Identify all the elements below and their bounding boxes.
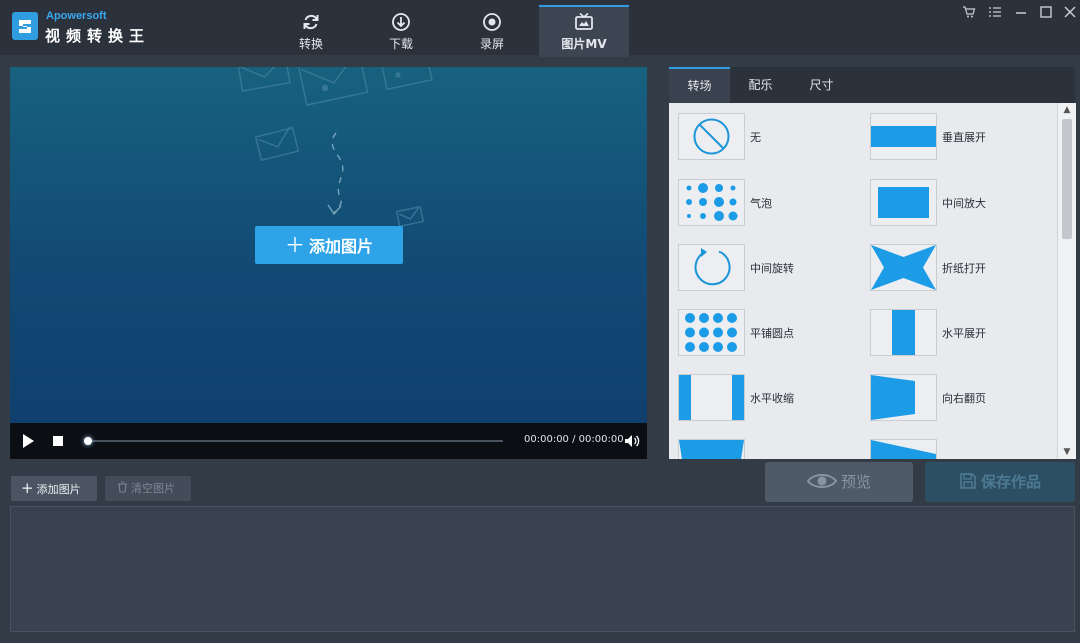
refresh-icon: [303, 14, 319, 30]
tab-record[interactable]: 录屏: [447, 7, 537, 55]
player-controls: 00:00:00 / 00:00:00: [10, 423, 647, 459]
cart-icon[interactable]: [960, 4, 978, 20]
time-readout: 00:00:00 / 00:00:00: [524, 434, 624, 445]
tv-icon: [575, 12, 593, 30]
plus-icon: ＋: [284, 233, 305, 257]
title-bar: Apowersoft 视频转换王 转换 下载 录屏 图片MV: [0, 0, 1080, 57]
envelope-decoration-icon: [238, 67, 433, 228]
transition-label: 水平展开: [942, 327, 986, 340]
tab-label: 图片MV: [561, 37, 607, 51]
image-timeline-area[interactable]: [10, 506, 1075, 632]
clear-images-button[interactable]: 清空图片: [105, 476, 191, 501]
transition-label: 中间放大: [942, 197, 986, 210]
tab-label: 转换: [298, 37, 323, 51]
stop-icon[interactable]: [53, 436, 63, 446]
center-rotate-icon: [678, 244, 745, 291]
add-image-label: 添加图片: [308, 237, 373, 256]
tab-convert[interactable]: 转换: [266, 7, 356, 55]
scroll-up-icon[interactable]: ▲: [1058, 105, 1076, 115]
tab-label: 下载: [388, 37, 413, 51]
preview-canvas[interactable]: ＋添加图片: [10, 67, 647, 423]
brand-name-cn: 视频转换王: [45, 27, 151, 45]
tab-transition[interactable]: 转场: [669, 67, 730, 103]
none-icon: [678, 113, 745, 160]
preview-button[interactable]: 预览: [765, 462, 913, 502]
add-image-button[interactable]: ＋添加图片: [255, 226, 403, 264]
bubble-icon: [678, 179, 745, 226]
minimize-icon[interactable]: [1012, 4, 1030, 20]
trash-icon: [118, 481, 127, 493]
add-image-toolbar-label: 添加图片: [36, 483, 81, 496]
record-icon: [483, 13, 501, 31]
transition-label: 中间旋转: [750, 262, 794, 275]
transition-thumbnail-icon: [870, 439, 937, 459]
transition-label: 无: [750, 131, 761, 144]
transition-list: 无 垂直展开 气泡 中间放大 中间旋转 折纸打开 平铺圆点 水平展开 水平收缩 …: [669, 103, 1057, 459]
menu-icon[interactable]: [986, 4, 1004, 20]
transition-label: 折纸打开: [942, 262, 986, 275]
transition-label: 向右翻页: [942, 392, 986, 405]
download-icon: [392, 13, 410, 31]
transition-thumbnail-icon: [678, 439, 745, 459]
horizontal-shrink-icon: [678, 374, 745, 421]
scrollbar-thumb[interactable]: [1062, 119, 1072, 239]
close-icon[interactable]: [1061, 4, 1079, 20]
scroll-down-icon[interactable]: ▼: [1058, 447, 1076, 457]
transition-label: 水平收缩: [750, 392, 794, 405]
center-zoom-icon: [870, 179, 937, 226]
maximize-icon[interactable]: [1037, 4, 1055, 20]
eye-icon: [806, 474, 838, 488]
transition-label: 垂直展开: [942, 131, 986, 144]
tile-dots-icon: [678, 309, 745, 356]
preview-label: 预览: [840, 473, 871, 491]
play-icon[interactable]: [23, 434, 34, 448]
add-image-toolbar-button[interactable]: + 添加图片: [11, 476, 97, 501]
brand-name-en: Apowersoft: [46, 10, 107, 22]
plus-icon: +: [21, 479, 34, 497]
origami-open-icon: [870, 244, 937, 291]
horizontal-expand-icon: [870, 309, 937, 356]
page-flip-right-icon: [870, 374, 937, 421]
vertical-expand-icon: [870, 113, 937, 160]
save-work-label: 保存作品: [980, 473, 1041, 491]
panel-tab-bar: 转场 配乐 尺寸: [669, 67, 1075, 103]
save-icon: [960, 473, 976, 489]
transition-label: 平铺圆点: [750, 327, 794, 340]
progress-knob[interactable]: [84, 437, 92, 445]
transition-scrollbar[interactable]: ▲ ▼: [1057, 103, 1076, 459]
tab-download[interactable]: 下载: [356, 7, 446, 55]
transition-label: 气泡: [750, 197, 772, 210]
clear-images-label: 清空图片: [131, 482, 175, 495]
tab-label: 录屏: [479, 37, 504, 51]
tab-size[interactable]: 尺寸: [791, 67, 852, 103]
tab-music[interactable]: 配乐: [730, 67, 791, 103]
save-work-button[interactable]: 保存作品: [925, 462, 1075, 502]
apowersoft-logo-icon: [12, 12, 38, 40]
volume-icon[interactable]: [624, 433, 640, 449]
tab-photo-mv[interactable]: 图片MV: [539, 5, 629, 57]
progress-track[interactable]: [88, 440, 503, 442]
